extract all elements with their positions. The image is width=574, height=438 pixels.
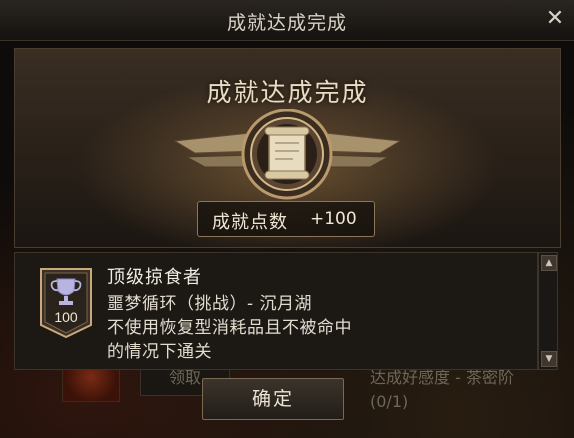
- dialog-title: 成就达成完成: [226, 12, 347, 34]
- dialog-titlebar: 成就达成完成 ✕: [0, 0, 574, 41]
- banner-title: 成就达成完成: [206, 78, 369, 107]
- achievement-desc-line: 的情况下通关: [107, 342, 212, 362]
- achievement-banner: 成就达成完成 成就点数 +100: [14, 48, 561, 248]
- achievement-name: 顶级掠食者: [107, 267, 202, 288]
- achievement-points-box: 成就点数 +100: [197, 201, 375, 237]
- close-icon[interactable]: ✕: [542, 6, 568, 32]
- trophy-badge: 100: [40, 268, 92, 339]
- info-scrollbar[interactable]: ▲ ▼: [538, 252, 558, 370]
- points-label: 成就点数: [212, 212, 288, 233]
- achievement-desc-line: 噩梦循环（挑战）- 沉月湖: [107, 294, 313, 314]
- achievement-dialog: 成就达成完成 ✕ 成就达成完成 成就点数 +100 100 顶级掠食者 噩梦循环…: [0, 0, 574, 438]
- points-value: +100: [310, 209, 357, 229]
- achievement-desc-line: 不使用恢复型消耗品且不被命中: [107, 318, 352, 338]
- scroll-up-icon[interactable]: ▲: [541, 255, 557, 271]
- confirm-button[interactable]: 确定: [202, 378, 344, 420]
- scroll-down-icon[interactable]: ▼: [541, 351, 557, 367]
- achievement-info-panel: 100 顶级掠食者 噩梦循环（挑战）- 沉月湖 不使用恢复型消耗品且不被命中 的…: [14, 252, 538, 370]
- badge-value: 100: [54, 309, 78, 325]
- scroll-emblem-icon: [173, 109, 402, 200]
